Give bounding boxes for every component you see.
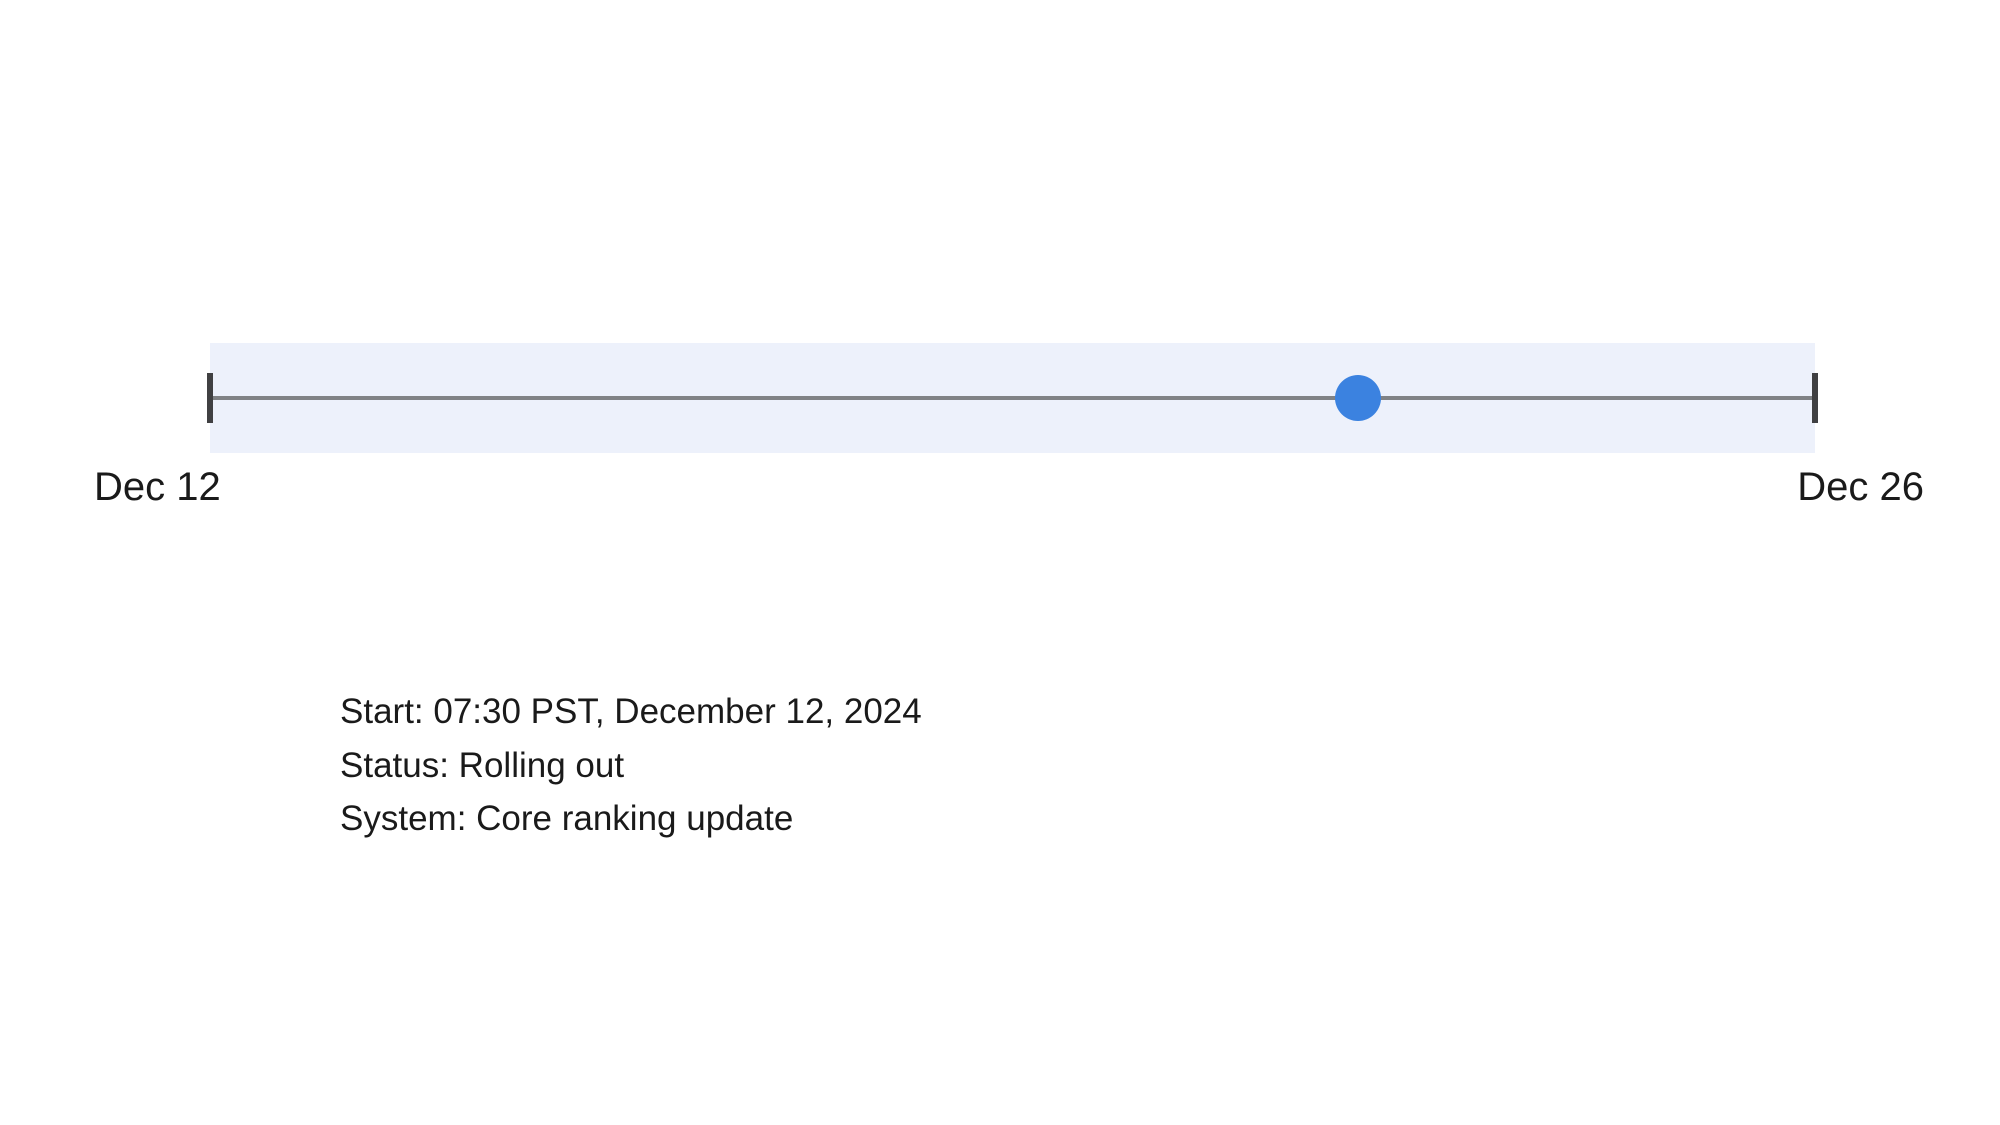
detail-system: System: Core ranking update <box>340 792 922 846</box>
detail-start: Start: 07:30 PST, December 12, 2024 <box>340 685 922 739</box>
timeline-start-label: Dec 12 <box>94 465 221 510</box>
timeline-labels: Dec 12 Dec 26 <box>94 465 1924 510</box>
timeline-progress-marker <box>1335 375 1381 421</box>
timeline-track-container <box>210 343 1815 453</box>
timeline-end-tick <box>1812 373 1818 423</box>
timeline-end-label: Dec 26 <box>1797 465 1924 510</box>
timeline-track <box>210 396 1815 400</box>
timeline-start-tick <box>207 373 213 423</box>
update-details: Start: 07:30 PST, December 12, 2024 Stat… <box>340 685 922 846</box>
detail-status: Status: Rolling out <box>340 739 922 793</box>
